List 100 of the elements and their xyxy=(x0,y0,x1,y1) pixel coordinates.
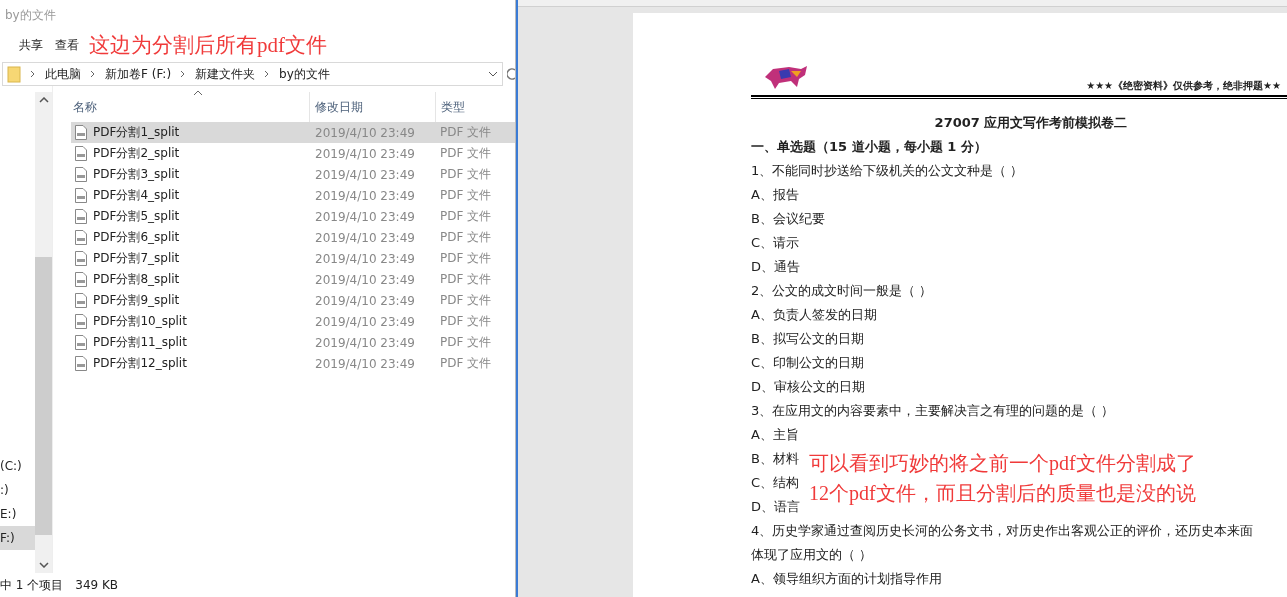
nav-item[interactable]: (C:) xyxy=(0,454,35,478)
scrollbar[interactable] xyxy=(35,92,52,573)
sort-caret-icon xyxy=(193,90,203,96)
file-row[interactable]: PDF分割3_split 2019/4/10 23:49 PDF 文件 xyxy=(71,164,515,185)
file-row[interactable]: PDF分割7_split 2019/4/10 23:49 PDF 文件 xyxy=(71,248,515,269)
question-line: C、印制公文的日期 xyxy=(751,354,865,372)
nav-item[interactable]: :) xyxy=(0,478,35,502)
column-header[interactable]: 修改日期 xyxy=(315,98,363,116)
file-name: PDF分割7_split xyxy=(93,250,180,267)
question-line: D、语言 xyxy=(751,498,800,516)
dropdown-caret-icon[interactable] xyxy=(488,71,498,77)
file-date: 2019/4/10 23:49 xyxy=(315,356,415,371)
question-line: C、请示 xyxy=(751,234,800,252)
breadcrumb-item[interactable]: by的文件 xyxy=(279,65,330,83)
folder-icon xyxy=(7,65,21,83)
file-row[interactable]: PDF分割1_split 2019/4/10 23:49 PDF 文件 xyxy=(71,122,515,143)
question-line: 3、在应用文的内容要素中，主要解决言之有理的问题的是（ ） xyxy=(751,402,1115,420)
ribbon-tab[interactable]: 共享 xyxy=(19,34,43,56)
file-type: PDF 文件 xyxy=(440,313,492,330)
file-type: PDF 文件 xyxy=(440,166,492,183)
file-name: PDF分割12_split xyxy=(93,355,187,372)
file-type: PDF 文件 xyxy=(440,124,492,141)
file-name: PDF分割3_split xyxy=(93,166,180,183)
status-text: 349 KB xyxy=(75,578,119,592)
file-row[interactable]: PDF分割11_split 2019/4/10 23:49 PDF 文件 xyxy=(71,332,515,353)
file-type: PDF 文件 xyxy=(440,208,492,225)
pdf-file-icon xyxy=(75,272,87,287)
file-type: PDF 文件 xyxy=(440,334,492,351)
file-name: PDF分割6_split xyxy=(93,229,180,246)
file-name: PDF分割1_split xyxy=(93,124,180,141)
file-row[interactable]: PDF分割5_split 2019/4/10 23:49 PDF 文件 xyxy=(71,206,515,227)
pdf-file-icon xyxy=(75,146,87,161)
ribbon-tab[interactable]: 查看 xyxy=(55,34,79,56)
question-line: A、领导组织方面的计划指导作用 xyxy=(751,570,942,588)
annotation-text: 这边为分割后所有pdf文件 xyxy=(89,32,327,59)
question-line: D、审核公文的日期 xyxy=(751,378,865,396)
file-type: PDF 文件 xyxy=(440,229,492,246)
question-line: 2、公文的成文时间一般是（ ） xyxy=(751,282,933,300)
file-date: 2019/4/10 23:49 xyxy=(315,209,415,224)
pdf-file-icon xyxy=(75,335,87,350)
column-header[interactable]: 名称 xyxy=(73,98,97,116)
file-name: PDF分割4_split xyxy=(93,187,180,204)
file-name: PDF分割10_split xyxy=(93,313,187,330)
document-title: 27007 应用文写作考前模拟卷二 xyxy=(933,114,1129,132)
scroll-up-icon[interactable] xyxy=(38,97,49,103)
file-row[interactable]: PDF分割2_split 2019/4/10 23:49 PDF 文件 xyxy=(71,143,515,164)
pdf-file-icon xyxy=(75,188,87,203)
file-row[interactable]: PDF分割6_split 2019/4/10 23:49 PDF 文件 xyxy=(71,227,515,248)
question-line: 4、历史学家通过查阅历史长河的公务文书，对历史作出客观公正的评价，还历史本来面 xyxy=(751,522,1254,540)
nav-item[interactable]: E:) xyxy=(0,502,35,526)
file-date: 2019/4/10 23:49 xyxy=(315,314,415,329)
file-name: PDF分割2_split xyxy=(93,145,180,162)
chevron-icon xyxy=(30,70,36,78)
breadcrumb-item[interactable]: 此电脑 xyxy=(45,65,81,83)
file-date: 2019/4/10 23:49 xyxy=(315,146,415,161)
question-line: B、拟写公文的日期 xyxy=(751,330,864,348)
file-row[interactable]: PDF分割12_split 2019/4/10 23:49 PDF 文件 xyxy=(71,353,515,374)
chevron-icon xyxy=(180,70,187,78)
file-date: 2019/4/10 23:49 xyxy=(315,272,415,287)
file-date: 2019/4/10 23:49 xyxy=(315,293,415,308)
pdf-file-icon xyxy=(75,356,87,371)
nav-item[interactable]: F:) xyxy=(0,526,35,550)
file-date: 2019/4/10 23:49 xyxy=(315,188,415,203)
question-line: A、报告 xyxy=(751,186,799,204)
scroll-down-icon[interactable] xyxy=(38,562,49,568)
pdf-file-icon xyxy=(75,209,87,224)
status-text: 中 1 个项目 xyxy=(0,576,64,594)
question-line: 1、不能同时抄送给下级机关的公文文种是（ ） xyxy=(751,162,1024,180)
question-line: B、会议纪要 xyxy=(751,210,825,228)
file-date: 2019/4/10 23:49 xyxy=(315,230,415,245)
breadcrumb-item[interactable]: 新加卷F (F:) xyxy=(105,65,172,83)
address-bar[interactable]: 此电脑 新加卷F (F:) 新建文件夹 by的文件 xyxy=(2,62,503,86)
file-date: 2019/4/10 23:49 xyxy=(315,125,415,140)
chevron-icon xyxy=(264,70,271,78)
breadcrumb-item[interactable]: 新建文件夹 xyxy=(195,65,256,83)
file-row[interactable]: PDF分割8_split 2019/4/10 23:49 PDF 文件 xyxy=(71,269,515,290)
file-name: PDF分割8_split xyxy=(93,271,180,288)
question-line: C、结构 xyxy=(751,474,800,492)
file-date: 2019/4/10 23:49 xyxy=(315,167,415,182)
scroll-thumb[interactable] xyxy=(35,257,52,535)
file-row[interactable]: PDF分割10_split 2019/4/10 23:49 PDF 文件 xyxy=(71,311,515,332)
question-line: D、通告 xyxy=(751,258,800,276)
file-date: 2019/4/10 23:49 xyxy=(315,335,415,350)
file-name: PDF分割9_split xyxy=(93,292,180,309)
pdf-file-icon xyxy=(75,230,87,245)
file-row[interactable]: PDF分割9_split 2019/4/10 23:49 PDF 文件 xyxy=(71,290,515,311)
file-row[interactable]: PDF分割4_split 2019/4/10 23:49 PDF 文件 xyxy=(71,185,515,206)
file-name: PDF分割5_split xyxy=(93,208,180,225)
section-heading: 一、单选题（15 道小题，每小题 1 分） xyxy=(751,138,987,156)
question-line: 体现了应用文的（ ） xyxy=(751,546,873,564)
column-header[interactable]: 类型 xyxy=(441,98,465,116)
file-type: PDF 文件 xyxy=(440,292,492,309)
question-line: A、主旨 xyxy=(751,426,799,444)
pdf-file-icon xyxy=(75,251,87,266)
page-header-text: ★★★《绝密资料》仅供参考，绝非押题★★ xyxy=(1086,79,1281,93)
refresh-icon[interactable] xyxy=(507,67,515,81)
file-type: PDF 文件 xyxy=(440,355,492,372)
file-type: PDF 文件 xyxy=(440,271,492,288)
file-type: PDF 文件 xyxy=(440,250,492,267)
file-date: 2019/4/10 23:49 xyxy=(315,251,415,266)
